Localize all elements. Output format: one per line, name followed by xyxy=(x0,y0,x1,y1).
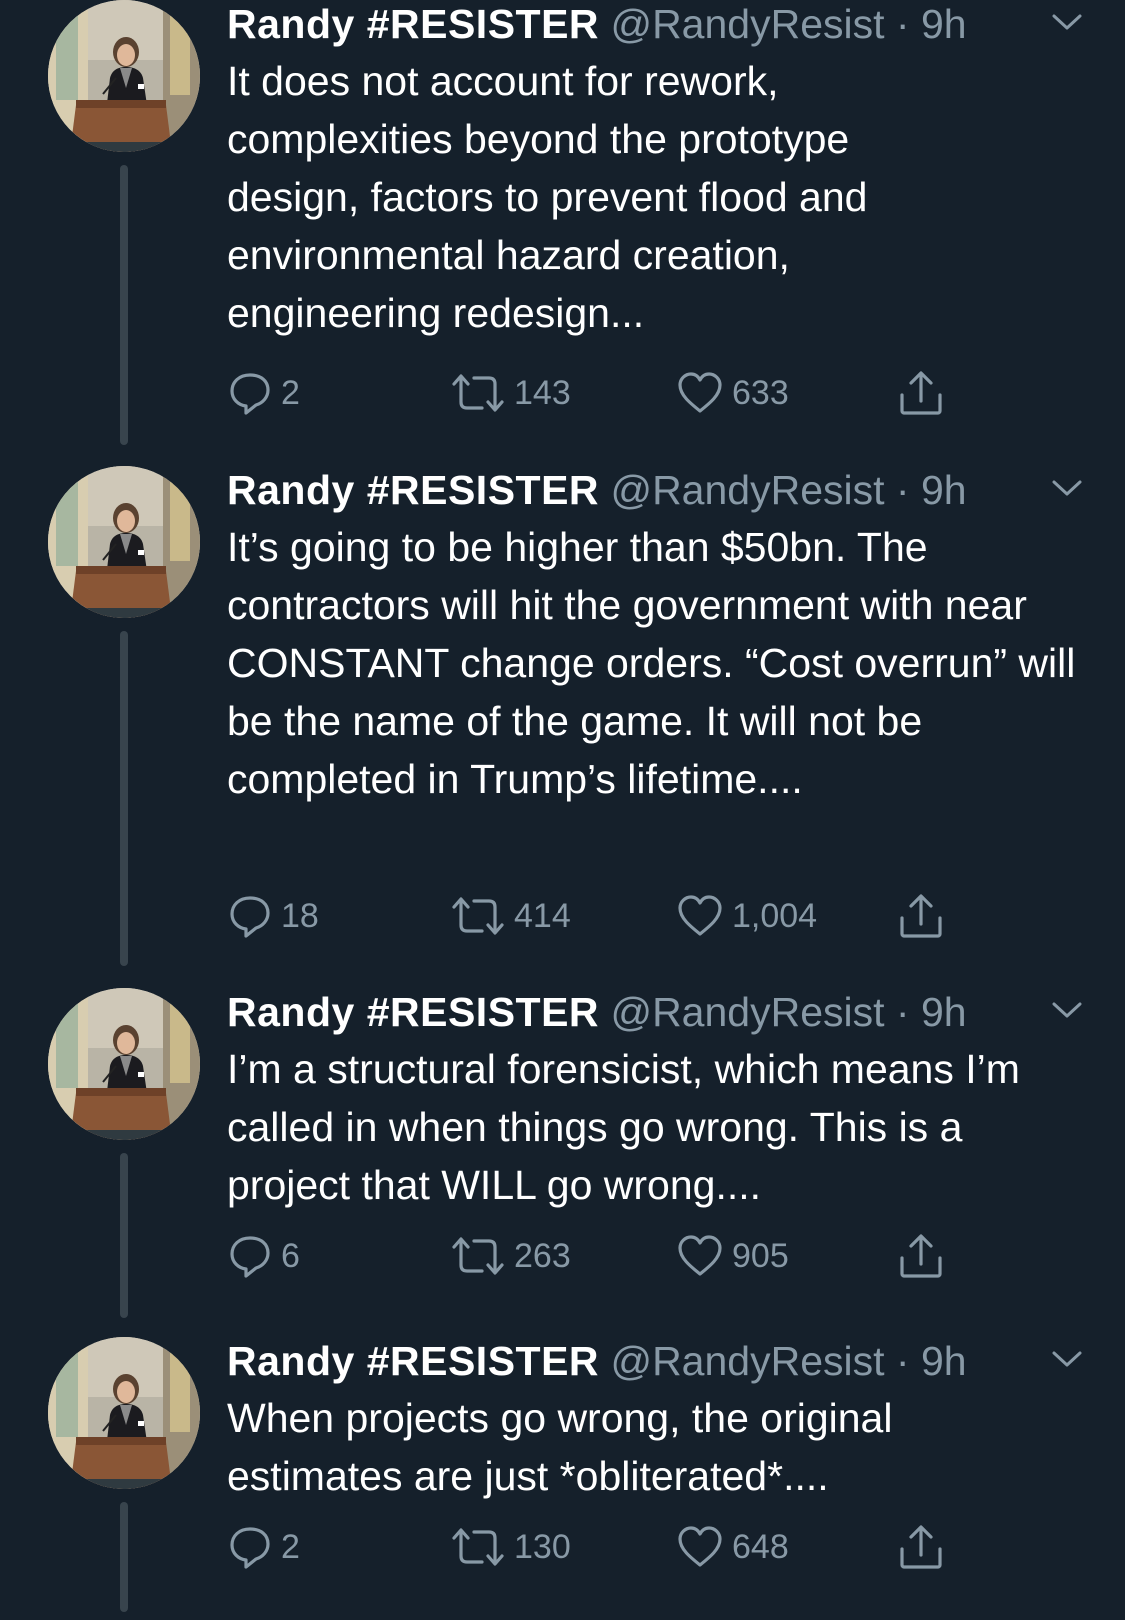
tweet-text: When projects go wrong, the original est… xyxy=(227,1395,893,1499)
tweet-text: It’s going to be higher than $50bn. The … xyxy=(227,524,1076,802)
reply-button[interactable]: 2 xyxy=(227,365,300,421)
like-count: 633 xyxy=(732,373,789,412)
like-button[interactable]: 1,004 xyxy=(676,888,817,944)
reply-button[interactable]: 2 xyxy=(227,1519,300,1575)
like-icon xyxy=(676,1524,724,1570)
like-icon xyxy=(676,1233,724,1279)
thread-line xyxy=(120,1153,128,1318)
header-separator: · xyxy=(895,1,910,47)
like-count: 905 xyxy=(732,1236,789,1275)
retweet-icon xyxy=(450,1524,506,1570)
reply-icon xyxy=(227,370,273,416)
share-button[interactable] xyxy=(897,1228,945,1284)
thread-line xyxy=(120,1502,128,1612)
chevron-down-icon[interactable] xyxy=(1050,476,1084,500)
avatar[interactable] xyxy=(48,0,200,152)
retweet-button[interactable]: 263 xyxy=(450,1228,571,1284)
reply-button[interactable]: 18 xyxy=(227,888,319,944)
retweet-count: 414 xyxy=(514,896,571,935)
timestamp[interactable]: 9h xyxy=(921,467,967,513)
chevron-down-icon[interactable] xyxy=(1050,1347,1084,1371)
tweet-actions: 6 263 905 xyxy=(227,1228,987,1284)
display-name[interactable]: Randy #RESISTER xyxy=(227,1338,599,1384)
like-count: 1,004 xyxy=(732,896,818,935)
avatar[interactable] xyxy=(48,1337,200,1489)
timestamp[interactable]: 9h xyxy=(921,1338,967,1384)
reply-count: 2 xyxy=(281,373,300,412)
retweet-icon xyxy=(450,370,506,416)
avatar[interactable] xyxy=(48,466,200,618)
tweet-actions: 2 143 633 xyxy=(227,365,987,421)
retweet-button[interactable]: 130 xyxy=(450,1519,571,1575)
header-separator: · xyxy=(895,467,910,513)
thread-line xyxy=(120,165,128,445)
share-icon xyxy=(897,369,945,417)
timestamp[interactable]: 9h xyxy=(921,989,967,1035)
tweet-header: Randy #RESISTER @RandyResist · 9h xyxy=(227,0,1007,54)
tweet-header: Randy #RESISTER @RandyResist · 9h xyxy=(227,460,1007,520)
timeline-feed: Randy #RESISTER @RandyResist · 9h It doe… xyxy=(0,0,1125,1620)
display-name[interactable]: Randy #RESISTER xyxy=(227,1,599,47)
user-handle[interactable]: @RandyResist xyxy=(610,1338,884,1384)
like-icon xyxy=(676,370,724,416)
tweet-actions: 2 130 648 xyxy=(227,1519,987,1575)
retweet-icon xyxy=(450,893,506,939)
tweet-header: Randy #RESISTER @RandyResist · 9h xyxy=(227,1331,1007,1391)
like-button[interactable]: 633 xyxy=(676,365,789,421)
retweet-button[interactable]: 143 xyxy=(450,365,571,421)
like-icon xyxy=(676,893,724,939)
tweet-text: It does not account for rework, complexi… xyxy=(227,58,868,336)
user-handle[interactable]: @RandyResist xyxy=(610,1,884,47)
header-separator: · xyxy=(895,1338,910,1384)
tweet-text: I’m a structural forensicist, which mean… xyxy=(227,1046,1020,1208)
tweet[interactable]: Randy #RESISTER @RandyResist · 9h It’s g… xyxy=(0,466,1125,976)
avatar[interactable] xyxy=(48,988,200,1140)
share-icon xyxy=(897,892,945,940)
reply-button[interactable]: 6 xyxy=(227,1228,300,1284)
chevron-down-icon[interactable] xyxy=(1050,10,1084,34)
reply-count: 6 xyxy=(281,1236,300,1275)
tweet[interactable]: Randy #RESISTER @RandyResist · 9h I’m a … xyxy=(0,988,1125,1323)
tweet[interactable]: Randy #RESISTER @RandyResist · 9h When p… xyxy=(0,1337,1125,1620)
thread-line xyxy=(120,631,128,966)
retweet-count: 263 xyxy=(514,1236,571,1275)
tweet-actions: 18 414 1,004 xyxy=(227,888,987,944)
share-button[interactable] xyxy=(897,888,945,944)
user-handle[interactable]: @RandyResist xyxy=(610,467,884,513)
reply-count: 2 xyxy=(281,1527,300,1566)
share-icon xyxy=(897,1523,945,1571)
retweet-button[interactable]: 414 xyxy=(450,888,571,944)
header-separator: · xyxy=(895,989,910,1035)
retweet-count: 143 xyxy=(514,373,571,412)
tweet[interactable]: Randy #RESISTER @RandyResist · 9h It doe… xyxy=(0,0,1125,460)
share-button[interactable] xyxy=(897,365,945,421)
reply-icon xyxy=(227,1524,273,1570)
tweet-header: Randy #RESISTER @RandyResist · 9h xyxy=(227,982,1007,1042)
like-count: 648 xyxy=(732,1527,789,1566)
timestamp[interactable]: 9h xyxy=(921,1,967,47)
reply-icon xyxy=(227,893,273,939)
display-name[interactable]: Randy #RESISTER xyxy=(227,989,599,1035)
display-name[interactable]: Randy #RESISTER xyxy=(227,467,599,513)
like-button[interactable]: 905 xyxy=(676,1228,789,1284)
like-button[interactable]: 648 xyxy=(676,1519,789,1575)
user-handle[interactable]: @RandyResist xyxy=(610,989,884,1035)
retweet-count: 130 xyxy=(514,1527,571,1566)
reply-icon xyxy=(227,1233,273,1279)
chevron-down-icon[interactable] xyxy=(1050,998,1084,1022)
reply-count: 18 xyxy=(281,896,319,935)
share-button[interactable] xyxy=(897,1519,945,1575)
retweet-icon xyxy=(450,1233,506,1279)
share-icon xyxy=(897,1232,945,1280)
